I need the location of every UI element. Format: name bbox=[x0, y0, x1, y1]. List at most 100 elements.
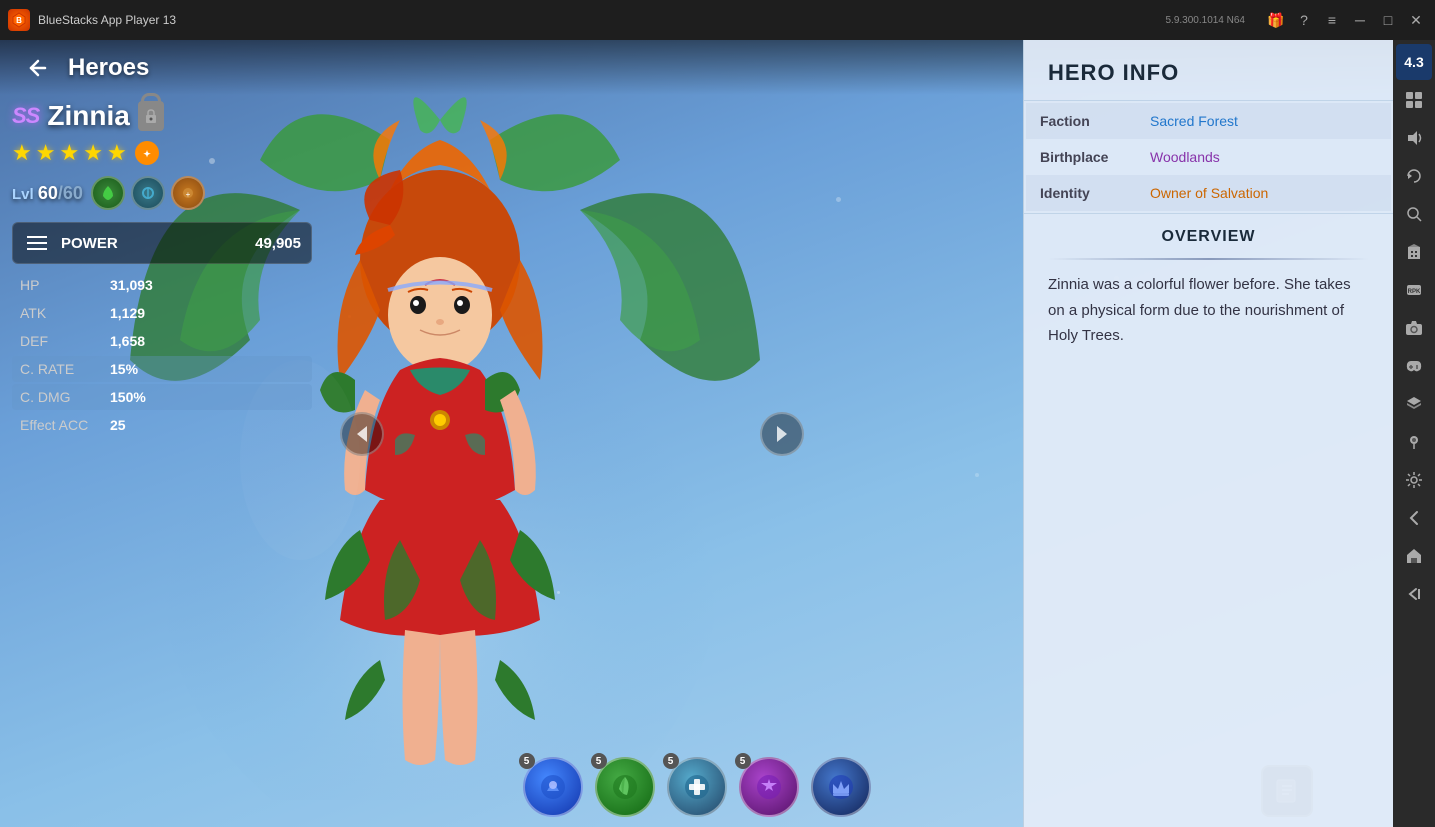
birthplace-value: Woodlands bbox=[1136, 139, 1391, 175]
hero-info-header: HERO INFO bbox=[1024, 40, 1393, 101]
nav-arrow-right[interactable] bbox=[760, 412, 804, 456]
sidebar-settings-icon[interactable] bbox=[1396, 462, 1432, 498]
stat-def-value: 1,658 bbox=[110, 333, 145, 349]
skill-badge-1: 5 bbox=[519, 753, 535, 769]
stat-hp-label: HP bbox=[20, 277, 110, 293]
power-label: POWER bbox=[61, 235, 245, 252]
hero-info-title: HERO INFO bbox=[1048, 60, 1179, 85]
birthplace-key: Birthplace bbox=[1026, 139, 1136, 175]
app-title: BlueStacks App Player 13 bbox=[38, 13, 1165, 27]
window-controls: 🎁 ? ≡ ─ □ ✕ bbox=[1265, 9, 1427, 31]
skill-orb-5[interactable] bbox=[811, 757, 871, 817]
stat-atk: ATK 1,129 bbox=[12, 300, 312, 326]
close-button[interactable]: ✕ bbox=[1405, 9, 1427, 31]
overview-divider bbox=[1048, 258, 1369, 260]
stat-cdmg: C. DMG 150% bbox=[12, 384, 312, 410]
help-button[interactable]: ? bbox=[1293, 9, 1315, 31]
skill-item-5[interactable] bbox=[811, 757, 871, 817]
skill-circle-2[interactable] bbox=[131, 176, 165, 210]
skill-item-1[interactable]: 5 bbox=[523, 757, 583, 817]
sidebar-volume-icon[interactable] bbox=[1396, 120, 1432, 156]
lock-icon[interactable] bbox=[138, 101, 164, 131]
sidebar-search-icon[interactable] bbox=[1396, 196, 1432, 232]
sidebar-back-icon[interactable] bbox=[1396, 500, 1432, 536]
identity-value: Owner of Salvation bbox=[1136, 175, 1391, 211]
sidebar-rotate-icon[interactable] bbox=[1396, 158, 1432, 194]
sidebar-rpk-icon[interactable]: RPK bbox=[1396, 272, 1432, 308]
skill-item-4[interactable]: 5 bbox=[739, 757, 799, 817]
menu-button[interactable]: ≡ bbox=[1321, 9, 1343, 31]
maximize-button[interactable]: □ bbox=[1377, 9, 1399, 31]
level-text: Lvl 60/60 bbox=[12, 183, 83, 204]
power-menu-icon[interactable] bbox=[23, 229, 51, 257]
sidebar-home-icon[interactable] bbox=[1396, 538, 1432, 574]
hero-name-row: SS Zinnia bbox=[12, 100, 312, 132]
skill-badge-3: 5 bbox=[663, 753, 679, 769]
info-row-faction: Faction Sacred Forest bbox=[1026, 103, 1391, 139]
stars-row: ★ ★ ★ ★ ★ ✦ bbox=[12, 140, 312, 166]
stats-list: HP 31,093 ATK 1,129 DEF 1,658 C. RATE 15… bbox=[12, 272, 312, 438]
nav-arrow-left[interactable] bbox=[340, 412, 384, 456]
faction-value: Sacred Forest bbox=[1136, 103, 1391, 139]
overview-text: Zinnia was a colorful flower before. She… bbox=[1048, 272, 1369, 349]
sidebar-layers-icon[interactable] bbox=[1396, 386, 1432, 422]
faction-key: Faction bbox=[1026, 103, 1136, 139]
bonus-icon: ✦ bbox=[135, 141, 159, 165]
level-row: Lvl 60/60 bbox=[12, 176, 312, 210]
stat-crate-value: 15% bbox=[110, 361, 138, 377]
svg-text:✦: ✦ bbox=[143, 149, 151, 159]
main-wrapper: 4.3 bbox=[0, 40, 1435, 827]
power-value: 49,905 bbox=[255, 235, 301, 252]
skill-badge-2: 5 bbox=[591, 753, 607, 769]
sidebar-camera-icon[interactable] bbox=[1396, 310, 1432, 346]
page-title: Heroes bbox=[68, 54, 149, 82]
sidebar-location-icon[interactable] bbox=[1396, 424, 1432, 460]
back-button[interactable] bbox=[16, 46, 60, 90]
stat-crate-label: C. RATE bbox=[20, 361, 110, 377]
sidebar-gamepad-icon[interactable] bbox=[1396, 348, 1432, 384]
stat-def-label: DEF bbox=[20, 333, 110, 349]
overview-title: OVERVIEW bbox=[1048, 228, 1369, 246]
overview-section: OVERVIEW Zinnia was a colorful flower be… bbox=[1024, 213, 1393, 827]
minimize-button[interactable]: ─ bbox=[1349, 9, 1371, 31]
hero-info-panel: HERO INFO Faction Sacred Forest Birthpla… bbox=[1023, 40, 1393, 827]
stat-atk-value: 1,129 bbox=[110, 305, 145, 321]
level-label: Lvl bbox=[12, 186, 38, 203]
app-subtitle: 5.9.300.1014 N64 bbox=[1165, 15, 1245, 26]
stat-hp-value: 31,093 bbox=[110, 277, 153, 293]
stat-efacc-label: Effect ACC bbox=[20, 417, 110, 433]
skill-circle-1[interactable] bbox=[91, 176, 125, 210]
skill-item-3[interactable]: 5 bbox=[667, 757, 727, 817]
svg-text:RPK: RPK bbox=[1408, 289, 1421, 295]
stat-efacc: Effect ACC 25 bbox=[12, 412, 312, 438]
sidebar-expand-icon[interactable] bbox=[1396, 82, 1432, 118]
hero-rank-badge: SS bbox=[12, 103, 39, 129]
rating-badge[interactable]: 4.3 bbox=[1396, 44, 1432, 80]
stat-atk-label: ATK bbox=[20, 305, 110, 321]
stat-cdmg-label: C. DMG bbox=[20, 389, 110, 405]
sidebar-building-icon[interactable] bbox=[1396, 234, 1432, 270]
skill-item-2[interactable]: 5 bbox=[595, 757, 655, 817]
star-2: ★ bbox=[36, 140, 56, 166]
stat-cdmg-value: 150% bbox=[110, 389, 146, 405]
hero-name: Zinnia bbox=[47, 100, 129, 132]
particle bbox=[975, 473, 979, 477]
sidebar-collapse-icon[interactable] bbox=[1396, 576, 1432, 612]
app-icon: B bbox=[8, 9, 30, 31]
gift-button[interactable]: 🎁 bbox=[1265, 9, 1287, 31]
svg-text:B: B bbox=[16, 16, 22, 25]
stat-crate: C. RATE 15% bbox=[12, 356, 312, 382]
level-max: /60 bbox=[58, 183, 83, 203]
skill-circle-3[interactable]: + bbox=[171, 176, 205, 210]
identity-key: Identity bbox=[1026, 175, 1136, 211]
svg-text:+: + bbox=[186, 190, 191, 199]
titlebar: B BlueStacks App Player 13 5.9.300.1014 … bbox=[0, 0, 1435, 40]
star-5: ★ bbox=[107, 140, 127, 166]
info-row-identity: Identity Owner of Salvation bbox=[1026, 175, 1391, 211]
power-row: POWER 49,905 bbox=[12, 222, 312, 264]
stat-hp: HP 31,093 bbox=[12, 272, 312, 298]
info-row-birthplace: Birthplace Woodlands bbox=[1026, 139, 1391, 175]
star-1: ★ bbox=[12, 140, 32, 166]
particle bbox=[836, 197, 841, 202]
stat-def: DEF 1,658 bbox=[12, 328, 312, 354]
